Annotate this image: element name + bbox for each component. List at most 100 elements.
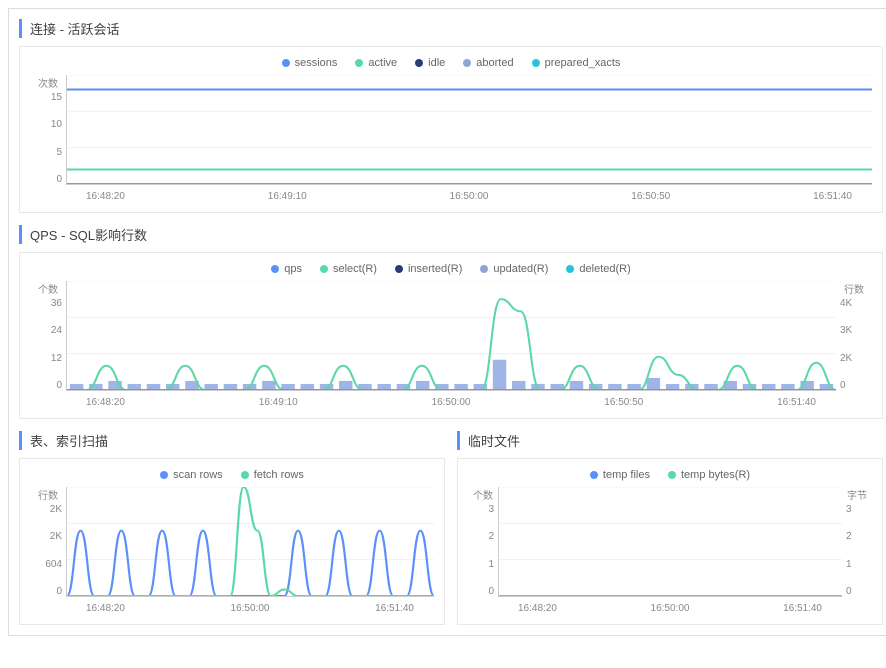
legend-label: idle [428,57,445,69]
dot-icon [668,471,676,479]
legend-label: temp files [603,469,650,481]
xtick: 16:50:00 [651,603,690,614]
yaxis-right-label: 字节 [842,487,872,502]
legend-item-deleted[interactable]: deleted(R) [566,263,630,275]
panel-scan: 表、索引扫描 scan rows fetch rows 行数 2K 2K 604… [19,431,445,625]
legend-sessions: sessions active idle aborted prepared_xa… [30,57,872,69]
panel-sessions: 连接 - 活跃会话 sessions active idle aborted p… [19,19,883,213]
ytick: 24 [34,325,62,336]
yaxis-left-label: 行数 [30,487,66,502]
yaxis-left-label: 个数 [468,487,498,502]
dot-icon [160,471,168,479]
xtick: 16:50:00 [450,191,489,202]
dot-icon [395,265,403,273]
legend-item-qps[interactable]: qps [271,263,302,275]
xtick: 16:50:00 [432,397,471,408]
dot-icon [566,265,574,273]
chart-qps: qps select(R) inserted(R) updated(R) del… [19,252,883,419]
ytick: 36 [34,298,62,309]
plot-sessions[interactable] [66,75,872,185]
xtick: 16:48:20 [518,603,557,614]
legend-item-temp-bytes[interactable]: temp bytes(R) [668,469,750,481]
dot-icon [463,59,471,67]
ytick: 0 [34,380,62,391]
ytick: 15 [34,92,62,103]
yaxis-left: 3 2 1 0 [468,504,498,597]
legend-label: deleted(R) [579,263,630,275]
legend-label: select(R) [333,263,377,275]
panel-title-sessions: 连接 - 活跃会话 [19,19,883,38]
ytick: 12 [34,353,62,364]
xtick: 16:51:40 [777,397,816,408]
xtick: 16:51:40 [813,191,852,202]
xtick: 16:50:50 [631,191,670,202]
legend-label: active [368,57,397,69]
panel-title-qps: QPS - SQL影响行数 [19,225,883,244]
xtick: 16:50:00 [231,603,270,614]
dot-icon [320,265,328,273]
legend-label: updated(R) [493,263,548,275]
dot-icon [241,471,249,479]
plot-temp[interactable] [498,487,842,597]
yaxis-left: 36 24 12 0 [30,298,66,391]
plot-scan[interactable] [66,487,434,597]
legend-item-prepared-xacts[interactable]: prepared_xacts [532,57,621,69]
legend-item-inserted[interactable]: inserted(R) [395,263,462,275]
legend-item-select[interactable]: select(R) [320,263,377,275]
ytick: 0 [840,380,868,391]
panel-title-scan: 表、索引扫描 [19,431,445,450]
dot-icon [355,59,363,67]
yaxis-right: 4K 3K 2K 0 [836,298,872,391]
legend-item-fetch-rows[interactable]: fetch rows [241,469,304,481]
ytick: 10 [34,119,62,130]
legend-item-scan-rows[interactable]: scan rows [160,469,223,481]
ytick: 4K [840,298,868,309]
legend-item-aborted[interactable]: aborted [463,57,513,69]
xtick: 16:48:20 [86,603,125,614]
chart-scan: scan rows fetch rows 行数 2K 2K 604 0 [19,458,445,625]
xtick: 16:49:10 [268,191,307,202]
panel-title-temp: 临时文件 [457,431,883,450]
ytick: 2K [34,531,62,542]
legend-item-updated[interactable]: updated(R) [480,263,548,275]
legend-item-sessions[interactable]: sessions [282,57,338,69]
ytick: 2K [34,504,62,515]
yaxis-left: 15 10 5 0 [30,92,66,185]
legend-label: qps [284,263,302,275]
ytick: 2 [472,531,494,542]
panel-temp: 临时文件 temp files temp bytes(R) 个数 3 2 1 0 [457,431,883,625]
xaxis-sessions: 16:48:20 16:49:10 16:50:00 16:50:50 16:5… [66,191,872,202]
yaxis-right-label: 行数 [836,281,872,296]
dot-icon [415,59,423,67]
legend-label: aborted [476,57,513,69]
chart-temp: temp files temp bytes(R) 个数 3 2 1 0 [457,458,883,625]
ytick: 0 [34,174,62,185]
legend-item-active[interactable]: active [355,57,397,69]
panel-row: 表、索引扫描 scan rows fetch rows 行数 2K 2K 604… [19,431,883,625]
ytick: 2 [846,531,868,542]
xtick: 16:48:20 [86,191,125,202]
ytick: 0 [472,586,494,597]
chart-sessions: sessions active idle aborted prepared_xa… [19,46,883,213]
ytick: 2K [840,353,868,364]
yaxis-left: 2K 2K 604 0 [30,504,66,597]
dot-icon [480,265,488,273]
ytick: 5 [34,147,62,158]
legend-label: inserted(R) [408,263,462,275]
xaxis-temp: 16:48:20 16:50:00 16:51:40 [498,603,842,614]
ytick: 3 [846,504,868,515]
plot-qps[interactable] [66,281,836,391]
xtick: 16:51:40 [783,603,822,614]
legend-qps: qps select(R) inserted(R) updated(R) del… [30,263,872,275]
ytick: 3 [472,504,494,515]
legend-item-temp-files[interactable]: temp files [590,469,650,481]
ytick: 0 [846,586,868,597]
legend-label: temp bytes(R) [681,469,750,481]
ytick: 1 [846,559,868,570]
dot-icon [271,265,279,273]
dot-icon [282,59,290,67]
legend-scan: scan rows fetch rows [30,469,434,481]
xtick: 16:51:40 [375,603,414,614]
legend-item-idle[interactable]: idle [415,57,445,69]
panel-qps: QPS - SQL影响行数 qps select(R) inserted(R) … [19,225,883,419]
